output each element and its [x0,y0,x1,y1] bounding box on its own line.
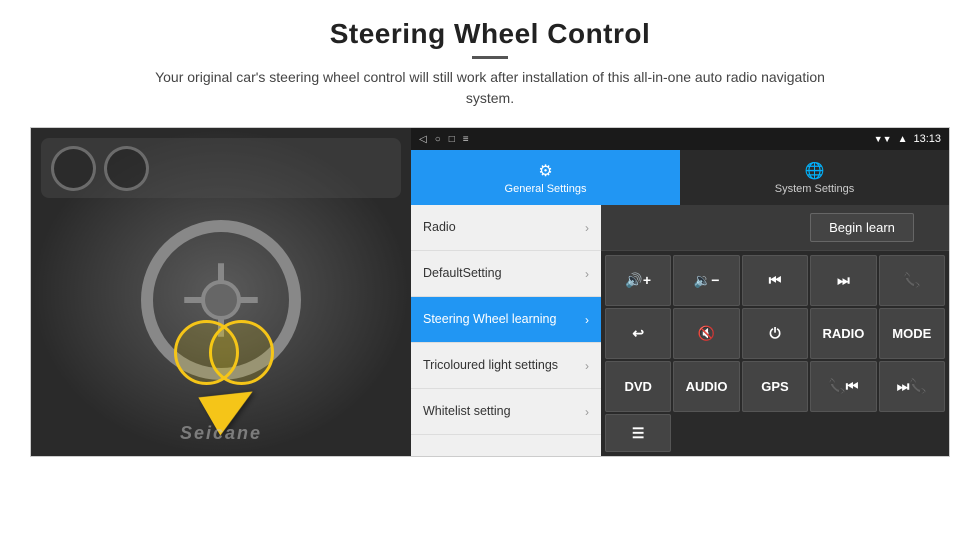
tel-next-button[interactable]: ⏭📞 [879,361,945,412]
menu-whitelist-label: Whitelist setting [423,404,511,419]
dvd-label: DVD [624,379,651,394]
head-unit: ◁ ○ □ ≡ ▼▼ ▲ 13:13 ⚙ General Settings [411,128,949,456]
wifi-icon: ▲ [898,134,908,145]
gauge-right [104,146,149,191]
call-end-button[interactable]: ↩ [605,308,671,359]
prev-track-icon: ⏮ [769,272,782,289]
gauge-left [51,146,96,191]
begin-learn-button[interactable]: Begin learn [810,213,914,242]
tab-system[interactable]: 🌐 System Settings [680,150,949,205]
prev-track-button[interactable]: ⏮ [742,255,808,306]
tab-bar: ⚙ General Settings 🌐 System Settings [411,150,949,205]
tab-general[interactable]: ⚙ General Settings [411,150,680,205]
tel-next-icon: ⏭📞 [897,378,927,395]
menu-steering-label: Steering Wheel learning [423,312,556,327]
general-settings-icon: ⚙ [538,161,552,181]
sw-center [201,280,241,320]
controls-grid: 🔊+ 🔉− ⏮ ⏭ 📞 [601,251,949,456]
status-bar: ◁ ○ □ ≡ ▼▼ ▲ 13:13 [411,128,949,150]
list-icon: ☰ [632,425,645,442]
tel-prev-icon: 📞⏮ [828,378,858,395]
phone-button[interactable]: 📞 [879,255,945,306]
system-settings-icon: 🌐 [805,161,825,181]
menu-radio-label: Radio [423,220,456,235]
nav-icons: ◁ ○ □ ≡ [419,134,469,145]
btn-cluster-right [174,320,239,385]
menu-item-steering[interactable]: Steering Wheel learning › [411,297,601,343]
watermark: Seicane [180,423,262,444]
menu-list: Radio › DefaultSetting › Steering Wheel … [411,205,601,456]
dashboard [41,138,401,198]
chevron-default-icon: › [585,267,589,281]
learn-area [601,205,775,250]
radio-label: RADIO [822,326,864,341]
mode-label: MODE [892,326,931,341]
subtitle: Your original car's steering wheel contr… [140,67,840,109]
controls-top-row: Begin learn [601,205,949,251]
vol-up-icon: 🔊+ [625,272,651,289]
chevron-whitelist-icon: › [585,405,589,419]
power-icon: ⏻ [769,325,780,342]
content-area: Seicane ◁ ○ □ ≡ ▼▼ ▲ 13:13 [30,127,950,457]
page-wrapper: Steering Wheel Control Your original car… [0,0,980,546]
nav-menu-icon[interactable]: ≡ [463,134,469,145]
title-section: Steering Wheel Control Your original car… [140,18,840,121]
next-track-icon: ⏭ [837,272,850,289]
status-right: ▼▼ ▲ 13:13 [874,133,941,145]
car-image: Seicane [31,128,411,456]
menu-tricolour-label: Tricoloured light settings [423,358,558,373]
audio-label: AUDIO [686,379,728,394]
power-button[interactable]: ⏻ [742,308,808,359]
gps-button[interactable]: GPS [742,361,808,412]
next-track-button[interactable]: ⏭ [810,255,876,306]
call-end-icon: ↩ [632,325,644,342]
mode-button[interactable]: MODE [879,308,945,359]
begin-learn-area: Begin learn [775,205,949,250]
phone-icon: 📞 [903,272,920,289]
title-divider [472,56,508,59]
mute-icon: 🔇 [698,325,715,342]
chevron-radio-icon: › [585,221,589,235]
tab-system-label: System Settings [775,183,854,195]
main-panel: Radio › DefaultSetting › Steering Wheel … [411,205,949,456]
menu-item-whitelist[interactable]: Whitelist setting › [411,389,601,435]
steering-wheel [141,220,301,380]
audio-button[interactable]: AUDIO [673,361,739,412]
nav-back-icon[interactable]: ◁ [419,134,427,145]
list-button[interactable]: ☰ [605,414,671,452]
mute-button[interactable]: 🔇 [673,308,739,359]
gps-label: GPS [761,379,788,394]
chevron-tricolour-icon: › [585,359,589,373]
signal-icon: ▼▼ [874,134,892,144]
page-title: Steering Wheel Control [140,18,840,50]
nav-home-icon[interactable]: ○ [435,134,441,145]
radio-button[interactable]: RADIO [810,308,876,359]
dvd-button[interactable]: DVD [605,361,671,412]
nav-square-icon[interactable]: □ [449,134,455,145]
menu-item-default[interactable]: DefaultSetting › [411,251,601,297]
menu-default-label: DefaultSetting [423,266,502,281]
arrow-area [206,382,256,426]
chevron-steering-icon: › [585,313,589,327]
clock: 13:13 [913,133,941,145]
menu-item-tricolour[interactable]: Tricoloured light settings › [411,343,601,389]
vol-down-icon: 🔉− [694,272,720,289]
vol-down-button[interactable]: 🔉− [673,255,739,306]
menu-item-radio[interactable]: Radio › [411,205,601,251]
vol-up-button[interactable]: 🔊+ [605,255,671,306]
tab-general-label: General Settings [505,183,587,195]
controls-panel: Begin learn 🔊+ 🔉− ⏮ [601,205,949,456]
tel-prev-button[interactable]: 📞⏮ [810,361,876,412]
